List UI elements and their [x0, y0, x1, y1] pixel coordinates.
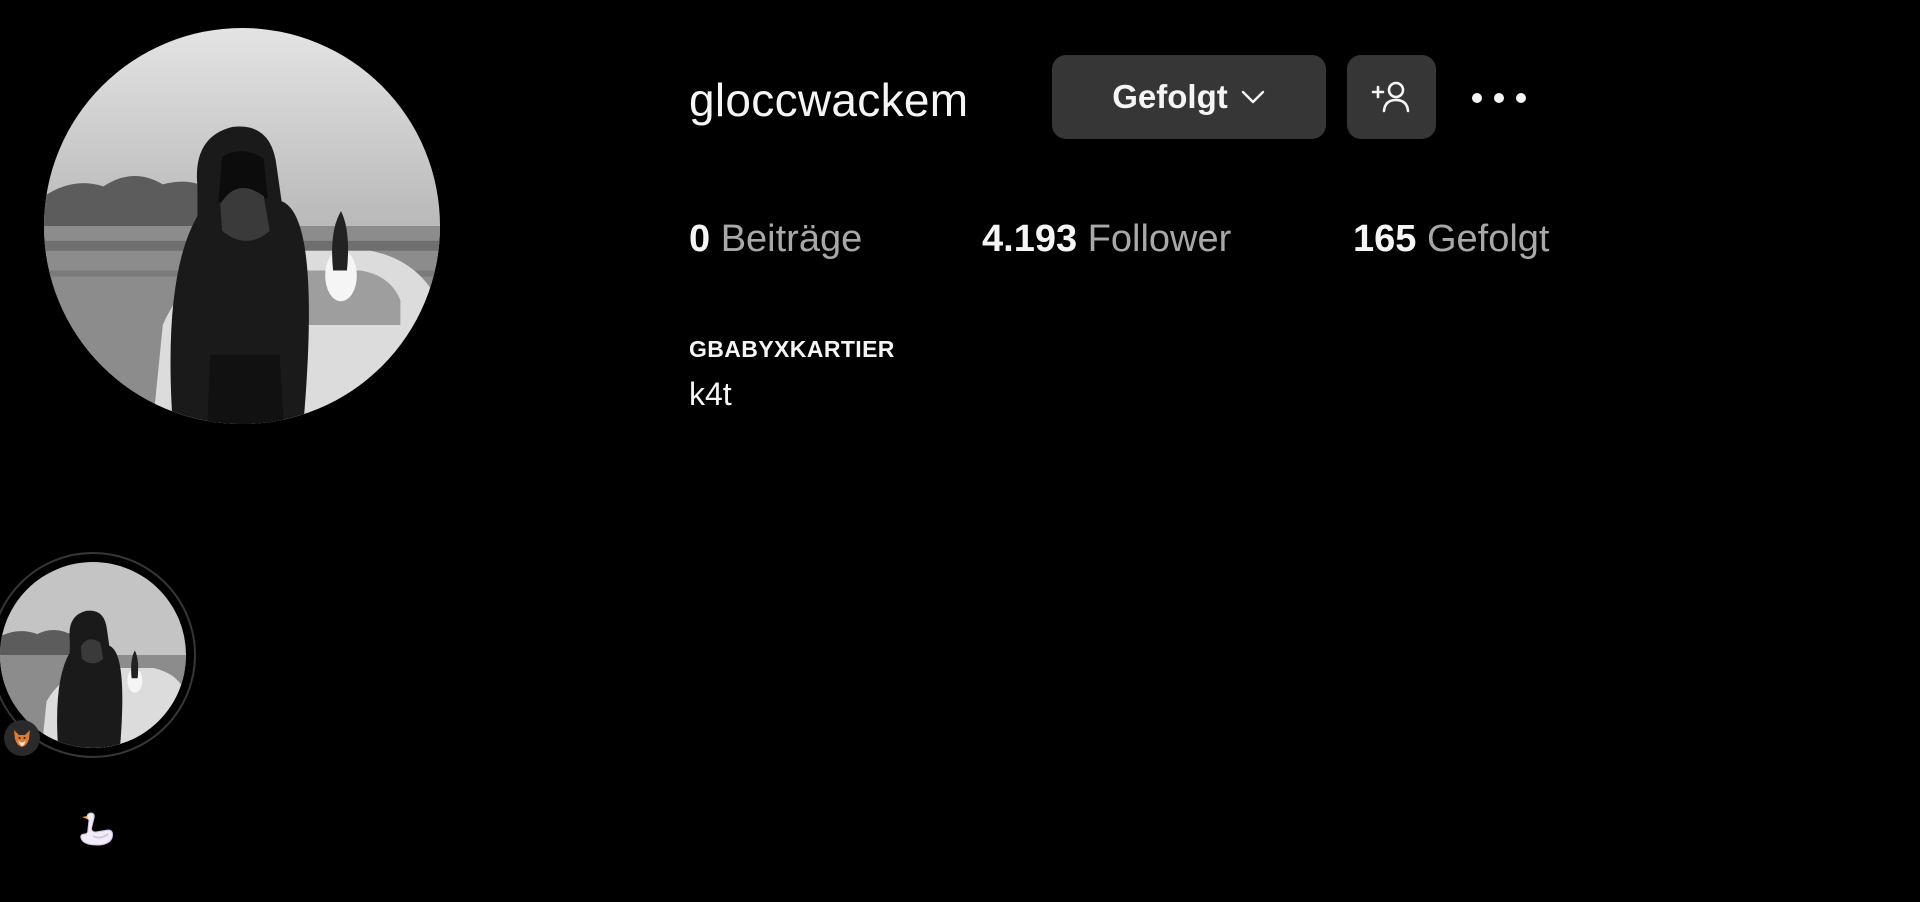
profile-display-name: GBABYXKARTIER: [689, 336, 895, 362]
following-button[interactable]: Gefolgt: [1052, 55, 1326, 139]
chevron-down-icon: [1241, 90, 1264, 104]
highlight-title: 🦢: [78, 812, 118, 852]
more-options-button[interactable]: [1464, 78, 1534, 118]
profile-avatar[interactable]: [44, 28, 440, 424]
posts-count: 0 Beiträge: [689, 214, 862, 264]
profile-page: gloccwackem Gefolgt 0 Beiträge 4.193 Fol…: [0, 0, 1920, 902]
highlight-title-text: 🦢: [116, 812, 117, 813]
posts-label: Beiträge: [720, 218, 863, 260]
followers-link[interactable]: 4.193 Follower: [982, 214, 1231, 264]
highlight-badge: [4, 720, 40, 756]
swan-emoji-icon: [80, 812, 113, 846]
suggest-accounts-button[interactable]: [1347, 55, 1436, 139]
following-number: 165: [1353, 218, 1417, 260]
profile-photo-image: [44, 28, 440, 424]
posts-number: 0: [689, 218, 711, 260]
more-dots-icon: [1472, 93, 1526, 103]
followers-number: 4.193: [982, 218, 1078, 260]
fox-emoji-icon: [14, 730, 30, 747]
following-button-label: Gefolgt: [1112, 78, 1228, 115]
profile-bio: k4t: [689, 376, 732, 412]
following-label: Gefolgt: [1426, 218, 1550, 260]
followers-label: Follower: [1087, 218, 1232, 260]
person-add-icon: [1371, 81, 1409, 113]
following-link[interactable]: 165 Gefolgt: [1353, 214, 1550, 264]
story-highlight[interactable]: [0, 552, 210, 782]
profile-username: gloccwackem: [689, 74, 969, 126]
